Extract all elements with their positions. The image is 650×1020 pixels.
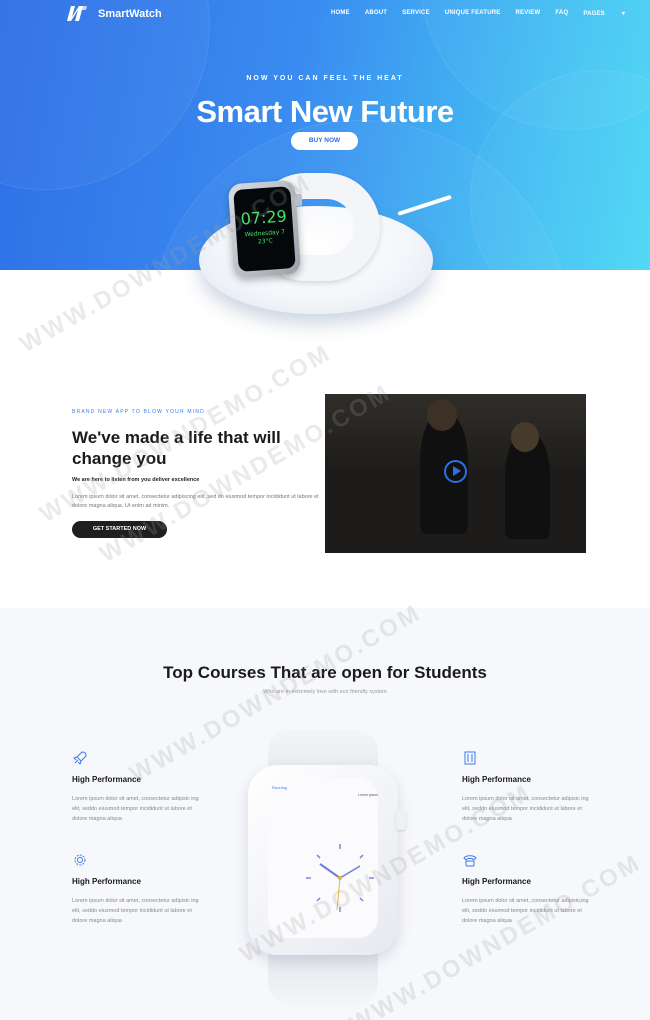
feature-text: Lorem ipsum dolor sit amet, consectetur … (72, 796, 199, 822)
nav-item-faq[interactable]: FAQ (555, 10, 568, 17)
feature-text: Lorem ipsum dolor sit amet, consectetur … (72, 898, 199, 924)
about-eyebrow: BRAND NEW APP TO BLOW YOUR MIND (72, 409, 205, 415)
watch-crown (294, 193, 303, 207)
top-navbar: SmartWatch HOME ABOUT SERVICE UNIQUE FEA… (0, 0, 650, 28)
feature-title: High Performance (72, 877, 141, 886)
watch-face-label: Running (272, 785, 287, 790)
nav-item-unique-feature[interactable]: UNIQUE FEATURE (445, 10, 501, 17)
watch-crown (396, 810, 406, 830)
phone-icon (463, 855, 477, 867)
nav-item-pages[interactable]: PAGES ▾ (583, 10, 640, 17)
hero-watch-image: 07:29 Wednesday 7 23°C (227, 179, 302, 279)
about-body-text: Lorem ipsum dolor sit amet, consectetur … (72, 494, 319, 509)
features-subtitle: Who are in extremely love with eco frien… (263, 689, 387, 695)
features-title: Top Courses That are open for Students (163, 663, 487, 682)
watch-date: Wednesday 7 23°C (236, 228, 294, 248)
watch-dial (306, 844, 374, 912)
nav-item-home[interactable]: HOME (331, 10, 350, 17)
feature-text: Lorem ipsum dolor sit amet, consectetur … (462, 898, 589, 924)
logo-icon[interactable] (66, 5, 88, 22)
rocket-icon (73, 751, 87, 765)
watch-face-label: Lorem ipsum (358, 793, 379, 797)
about-subtitle: We are here to listen from you deliver e… (72, 477, 200, 483)
building-icon (464, 751, 476, 765)
nav-menu: HOME ABOUT SERVICE UNIQUE FEATURE REVIEW… (331, 10, 650, 17)
chevron-down-icon: ▾ (621, 11, 626, 17)
gear-icon (74, 854, 86, 866)
feature-title: High Performance (462, 775, 531, 784)
feature-title: High Performance (462, 877, 531, 886)
hero-title: Smart New Future (196, 94, 454, 129)
nav-item-review[interactable]: REVIEW (516, 10, 541, 17)
play-icon[interactable] (444, 460, 467, 483)
watch-screen: 07:29 Wednesday 7 23°C (233, 186, 296, 272)
nav-item-service[interactable]: SERVICE (402, 10, 430, 17)
hero-tagline: NOW YOU CAN FEEL THE HEAT (246, 75, 404, 82)
nav-item-about[interactable]: ABOUT (365, 10, 387, 17)
get-started-button[interactable]: GET STARTED NOW (72, 521, 167, 538)
video-thumbnail[interactable] (325, 394, 586, 553)
about-title: We've made a life that will change you (72, 428, 281, 468)
nav-item-pages-label: PAGES (583, 11, 605, 17)
product-watch-image: Running Lorem ipsum (240, 730, 410, 1005)
feature-title: High Performance (72, 775, 141, 784)
feature-text: Lorem ipsum dolor sit amet, consectetur … (462, 796, 589, 822)
watch-time: 07:29 (240, 206, 288, 229)
buy-now-button[interactable]: BUY NOW (291, 132, 358, 150)
brand-name[interactable]: SmartWatch (98, 8, 162, 20)
